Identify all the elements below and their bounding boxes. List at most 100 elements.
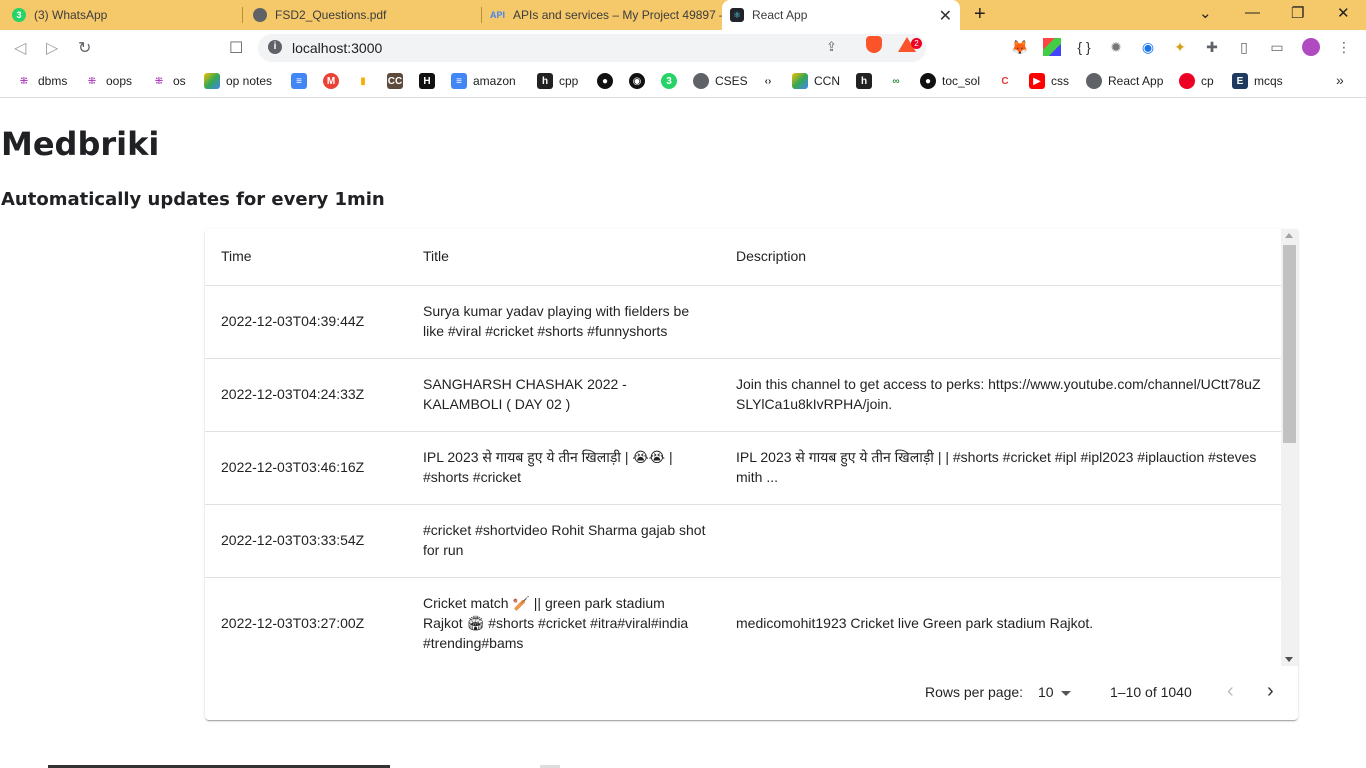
circle-extension-icon[interactable]: ◉	[1139, 38, 1157, 56]
app-page: Medbriki Automatically updates for every…	[0, 99, 1366, 768]
globe-icon	[693, 73, 709, 89]
tab-label: React App	[752, 8, 808, 22]
bookmark-label: cpp	[559, 74, 579, 88]
bookmark-gfg[interactable]: ∞	[888, 73, 910, 89]
bookmark-label: os	[173, 74, 186, 88]
reload-icon[interactable]: ↻	[78, 38, 91, 58]
bookmark-docs[interactable]: ≡	[291, 73, 313, 89]
bookmark-code[interactable]: ‹›	[760, 73, 782, 89]
cell-time: 2022-12-03T04:39:44Z	[221, 313, 365, 329]
new-tab-icon[interactable]: +	[974, 3, 986, 26]
cell-description: Join this channel to get access to perks…	[736, 376, 1261, 412]
close-tab-icon[interactable]: ✕	[939, 6, 952, 26]
bookmark-react-app[interactable]: React App	[1086, 73, 1163, 89]
bookmark-ccn[interactable]: CCN	[792, 73, 840, 89]
cell-time: 2022-12-03T03:27:00Z	[221, 615, 365, 631]
table-row: 2022-12-03T03:27:00Z Cricket match 🏏 || …	[205, 578, 1281, 666]
restore-icon[interactable]: ❐	[1291, 4, 1304, 22]
extension-icon[interactable]: ✦	[1171, 38, 1189, 56]
c-icon: C	[1001, 75, 1009, 87]
bookmark-dbms[interactable]: ⁜ dbms	[16, 73, 68, 89]
colorzilla-icon[interactable]	[1043, 38, 1061, 56]
github-icon: ●	[920, 73, 936, 89]
close-window-icon[interactable]: ✕	[1337, 4, 1350, 22]
whatsapp-icon: 3	[12, 8, 26, 22]
scroll-up-icon[interactable]	[1285, 233, 1293, 238]
bookmark-label: React App	[1108, 74, 1164, 88]
bookmark-oops[interactable]: ⁜ oops	[84, 73, 132, 89]
bookmark-os[interactable]: ⁜ os	[151, 73, 186, 89]
json-formatter-icon[interactable]: { }	[1075, 38, 1093, 56]
next-page-icon[interactable]: ›	[1267, 680, 1274, 703]
bookmark-label: dbms	[38, 74, 68, 88]
metamask-icon[interactable]: 🦊	[1011, 38, 1029, 56]
bookmark-label: amazon	[473, 74, 516, 88]
google-drive-icon	[792, 73, 808, 89]
table-header-row: Time Title Description	[205, 229, 1281, 286]
forward-icon[interactable]: ▷	[46, 38, 58, 58]
page-subtitle: Automatically updates for every 1min	[1, 189, 385, 210]
bookmark-hackerrank[interactable]: H	[419, 73, 441, 89]
tab-search-chevron-icon[interactable]: ⌄	[1199, 4, 1212, 22]
bookmark-op-notes[interactable]: op notes	[204, 73, 272, 89]
bookmark-label: cp	[1201, 74, 1214, 88]
address-bar[interactable]: i localhost:3000 ⇪	[258, 34, 926, 62]
profile-avatar[interactable]	[1302, 38, 1320, 56]
table-container[interactable]: Time Title Description 2022-12-03T04:39:…	[205, 229, 1298, 666]
whatsapp-icon: 3	[661, 73, 677, 89]
bookmark-gmail[interactable]: M	[323, 73, 345, 89]
bookmark-whatsapp[interactable]: 3	[661, 73, 683, 89]
table-scrollbar[interactable]	[1281, 229, 1298, 666]
eye-icon: ◉	[629, 73, 645, 89]
site-info-icon[interactable]: i	[268, 40, 282, 54]
scroll-down-icon[interactable]	[1285, 657, 1293, 662]
back-icon[interactable]: ◁	[14, 38, 26, 58]
e-icon: E	[1232, 73, 1248, 89]
sidebar-icon[interactable]: ▯	[1235, 38, 1253, 56]
bookmark-icon[interactable]: ☐	[229, 38, 243, 58]
bookmark-cp[interactable]: cp	[1179, 73, 1214, 89]
bookmark-toc-sol[interactable]: ● toc_sol	[920, 73, 980, 89]
scrollbar-thumb[interactable]	[1283, 245, 1296, 443]
chevron-down-icon[interactable]	[1061, 691, 1071, 696]
bookmark-eye[interactable]: ◉	[629, 73, 651, 89]
bookmark-label: CSES	[715, 74, 748, 88]
bookmark-cc[interactable]: CC	[387, 73, 409, 89]
docs-icon: ≡	[451, 73, 467, 89]
h-icon: h	[856, 73, 872, 89]
bookmark-c[interactable]: C	[997, 73, 1019, 89]
docs-icon: ≡	[291, 73, 307, 89]
minimize-icon[interactable]: —	[1245, 4, 1260, 21]
gmail-icon: M	[323, 73, 339, 89]
videos-table-card: Time Title Description 2022-12-03T04:39:…	[205, 229, 1298, 720]
share-icon[interactable]: ⇪	[826, 39, 837, 55]
tab-whatsapp[interactable]: 3 (3) WhatsApp	[0, 0, 243, 30]
bookmark-amazon[interactable]: ≡ amazon	[451, 73, 516, 89]
bookmark-label: op notes	[226, 74, 273, 88]
bookmark-mcqs[interactable]: Emcqs	[1232, 73, 1283, 89]
bookmark-cpp[interactable]: h cpp	[537, 73, 578, 89]
tab-label: (3) WhatsApp	[34, 8, 108, 22]
brave-shields-icon[interactable]	[866, 36, 882, 53]
bookmark-h[interactable]: h	[856, 73, 878, 89]
previous-page-icon[interactable]: ‹	[1227, 680, 1234, 703]
rows-per-page-select[interactable]: 10	[1038, 684, 1054, 700]
tab-apis-services[interactable]: API APIs and services – My Project 49897…	[482, 0, 722, 30]
bookmark-cses[interactable]: CSES	[693, 73, 748, 89]
puzzle-icon[interactable]: ✚	[1203, 38, 1221, 56]
bookmark-css[interactable]: ▶ css	[1029, 73, 1069, 89]
bookmark-label: toc_sol	[942, 74, 981, 88]
bookmark-github[interactable]: ●	[597, 73, 619, 89]
url-text[interactable]: localhost:3000	[292, 40, 382, 56]
tab-fsd2-questions[interactable]: FSD2_Questions.pdf	[243, 0, 482, 30]
tab-react-app[interactable]: ⚛ React App ✕	[722, 0, 960, 30]
link-icon: ⁜	[19, 75, 29, 87]
more-bookmarks-icon[interactable]: »	[1336, 72, 1344, 88]
cell-time: 2022-12-03T03:46:16Z	[221, 459, 365, 475]
wallet-icon[interactable]: ▭	[1268, 38, 1286, 56]
bookmark-analytics[interactable]: ▮	[355, 73, 377, 89]
menu-icon[interactable]: ⋮	[1335, 38, 1353, 56]
google-drive-icon	[204, 73, 220, 89]
cell-title: Surya kumar yadav playing with fielders …	[423, 303, 690, 339]
bug-icon[interactable]: ✹	[1107, 38, 1125, 56]
